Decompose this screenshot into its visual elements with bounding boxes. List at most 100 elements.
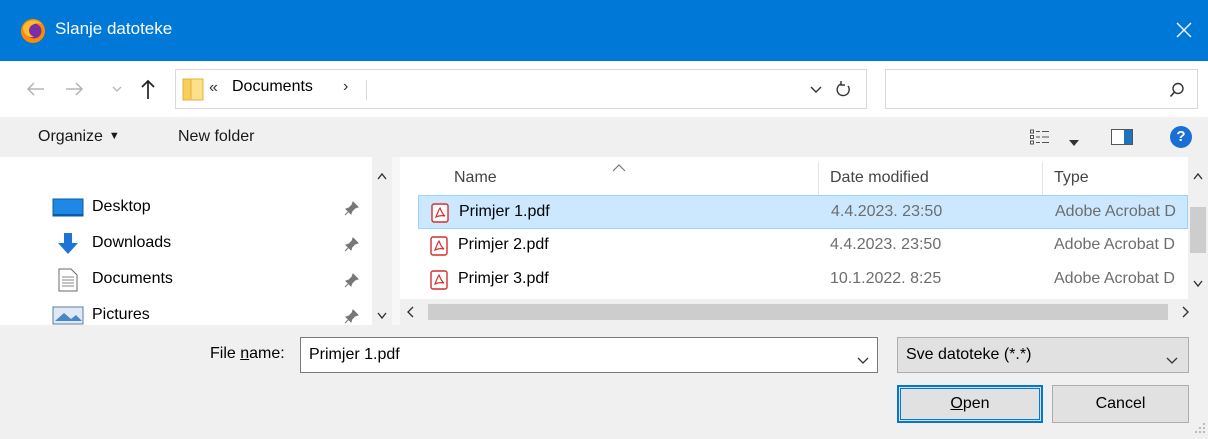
refresh-icon [836, 81, 850, 97]
organize-label: Organize [38, 128, 103, 145]
column-header-date-modified[interactable]: Date modified [830, 169, 929, 187]
chevron-down-icon [810, 86, 822, 93]
help-icon[interactable]: ? [1170, 126, 1192, 148]
file-row-primjer-2[interactable]: Primjer 2.pdf 4.4.2023. 23:50 Adobe Acro… [418, 229, 1188, 263]
file-name-input[interactable]: Primjer 1.pdf [300, 337, 878, 373]
up-button[interactable] [137, 75, 165, 103]
firefox-icon [20, 18, 46, 44]
nav-item-pictures[interactable]: Pictures [52, 300, 372, 325]
address-segment-documents[interactable]: Documents [232, 78, 313, 96]
recent-locations-button[interactable] [110, 75, 126, 103]
file-type: Adobe Acrobat D [1054, 236, 1175, 253]
nav-item-documents[interactable]: Documents [52, 264, 372, 294]
chevron-down-icon [857, 357, 869, 364]
scroll-left-icon[interactable] [406, 305, 414, 323]
pane-splitter[interactable] [392, 157, 400, 325]
new-folder-button[interactable]: New folder [178, 128, 254, 146]
scroll-up-icon[interactable] [377, 167, 387, 185]
file-list-horizontal-scrollbar[interactable] [400, 299, 1208, 325]
pdf-file-icon [431, 203, 449, 228]
file-name: Primjer 3.pdf [458, 270, 549, 287]
file-date-modified: 4.4.2023. 23:50 [830, 236, 942, 253]
sort-ascending-icon [612, 159, 626, 177]
chevron-down-icon [1166, 357, 1178, 364]
file-name: Primjer 2.pdf [458, 236, 549, 253]
nav-item-label: Documents [92, 270, 173, 287]
file-list-vertical-scrollbar[interactable] [1188, 157, 1208, 299]
pictures-icon [52, 304, 84, 325]
nav-item-label: Desktop [92, 198, 151, 215]
pdf-file-icon [430, 270, 448, 295]
focus-border [900, 388, 1040, 420]
folder-icon [182, 77, 204, 106]
pdf-file-icon [430, 236, 448, 261]
file-date-modified: 10.1.2022. 8:25 [830, 270, 942, 287]
file-row-primjer-3[interactable]: Primjer 3.pdf 10.1.2022. 8:25 Adobe Acro… [418, 263, 1188, 297]
scroll-right-icon[interactable] [1182, 305, 1190, 323]
close-button[interactable] [1158, 0, 1208, 61]
column-header-name[interactable]: Name [454, 169, 497, 187]
file-name-dropdown-button[interactable] [857, 352, 869, 370]
scroll-thumb[interactable] [428, 304, 1168, 320]
refresh-button[interactable] [835, 80, 853, 105]
command-bar: Organize ▼ New folder ? [0, 117, 1208, 157]
file-name-label-accel: n [240, 345, 250, 362]
nav-item-label: Pictures [92, 306, 150, 323]
resize-grip-icon[interactable] [1194, 421, 1206, 439]
file-list: Name Date modified Type Primjer 1.pdf 4.… [400, 157, 1208, 325]
nav-item-desktop[interactable]: Desktop [52, 192, 372, 222]
search-input[interactable] [885, 69, 1198, 109]
view-dropdown-button[interactable] [1068, 134, 1080, 152]
nav-pane-scrollbar[interactable] [372, 157, 392, 325]
file-name: Primjer 1.pdf [459, 203, 550, 220]
dialog-footer: File name: Primjer 1.pdf Sve datoteke (*… [0, 325, 1208, 435]
navigation-pane: Desktop Downloads Documents Pictures [0, 157, 392, 325]
cancel-button[interactable]: Cancel [1052, 385, 1189, 423]
scroll-down-icon[interactable] [377, 307, 387, 325]
title-bar: Slanje datoteke [0, 0, 1208, 61]
view-options-icon[interactable] [1030, 129, 1050, 150]
file-type: Adobe Acrobat D [1054, 270, 1175, 287]
file-type-select[interactable]: Sve datoteke (*.*) [897, 337, 1189, 373]
search-icon[interactable] [1169, 82, 1185, 103]
file-type-value: Sve datoteke (*.*) [906, 346, 1032, 363]
address-dropdown-button[interactable] [809, 83, 823, 102]
pin-icon[interactable] [344, 200, 360, 221]
pin-icon[interactable] [344, 272, 360, 293]
nav-item-downloads[interactable]: Downloads [52, 228, 372, 258]
arrow-left-icon [26, 82, 44, 96]
file-name-label: File name: [210, 345, 285, 363]
close-icon [1176, 22, 1192, 38]
file-type-dropdown-button[interactable] [1166, 352, 1178, 370]
scroll-up-icon[interactable] [1193, 167, 1203, 185]
file-name-label-text: ame: [249, 345, 285, 362]
file-name-value: Primjer 1.pdf [309, 346, 400, 363]
file-row-primjer-1[interactable]: Primjer 1.pdf 4.4.2023. 23:50 Adobe Acro… [418, 195, 1188, 229]
file-date-modified: 4.4.2023. 23:50 [831, 203, 943, 220]
desktop-icon [52, 196, 84, 223]
window-title: Slanje datoteke [55, 19, 173, 38]
forward-button[interactable] [64, 75, 92, 103]
address-separator [366, 80, 367, 100]
nav-item-label: Downloads [92, 234, 172, 251]
document-icon [58, 268, 78, 297]
file-name-label-text: File [210, 345, 241, 362]
pin-icon[interactable] [344, 236, 360, 257]
back-button[interactable] [24, 75, 52, 103]
preview-pane-icon[interactable] [1111, 129, 1133, 150]
organize-button[interactable]: Organize ▼ [38, 128, 120, 146]
caret-down-icon: ▼ [108, 130, 120, 142]
pin-icon[interactable] [344, 308, 360, 325]
arrow-right-icon [66, 82, 84, 96]
caret-down-icon [1069, 140, 1079, 146]
address-segment-chevron[interactable]: › [343, 78, 348, 96]
navigation-bar: « Documents › [0, 61, 1208, 117]
download-icon [52, 232, 84, 261]
scroll-down-icon[interactable] [1193, 275, 1203, 293]
arrow-up-icon [141, 79, 155, 99]
scroll-thumb[interactable] [1190, 207, 1206, 253]
column-header-type[interactable]: Type [1054, 169, 1089, 187]
address-overflow-chevron[interactable]: « [209, 79, 218, 97]
address-bar[interactable]: « Documents › [175, 69, 867, 109]
open-button[interactable]: Open [897, 385, 1043, 423]
